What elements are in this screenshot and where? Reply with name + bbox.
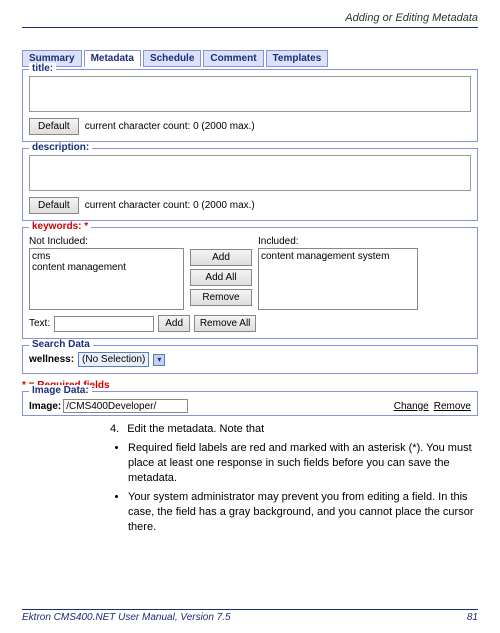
tab-bar: Summary Metadata Schedule Comment Templa…: [22, 50, 478, 67]
instructions-block: 4. Edit the metadata. Note that Required…: [110, 422, 478, 535]
title-default-button[interactable]: Default: [29, 118, 79, 135]
tab-metadata[interactable]: Metadata: [84, 50, 141, 67]
footer-rule: [22, 609, 478, 610]
search-data-fieldset: Search Data wellness: (No Selection) ▾: [22, 345, 478, 374]
image-label: Image:: [29, 401, 61, 412]
remove-button[interactable]: Remove: [190, 289, 252, 306]
page-footer: Ektron CMS400.NET User Manual, Version 7…: [22, 609, 478, 623]
not-included-listbox[interactable]: cms content management: [29, 248, 184, 310]
wellness-select-value: (No Selection): [82, 354, 145, 365]
page-header-title: Adding or Editing Metadata: [22, 12, 478, 24]
keyword-text-input[interactable]: [54, 316, 154, 332]
not-included-label: Not Included:: [29, 236, 184, 247]
tab-templates[interactable]: Templates: [266, 50, 329, 67]
chevron-down-icon[interactable]: ▾: [153, 354, 165, 366]
step-number: 4.: [110, 422, 119, 437]
included-listbox[interactable]: content management system: [258, 248, 418, 310]
title-legend: title:: [29, 63, 56, 74]
image-data-fieldset: Image Data: Image: Change Remove: [22, 391, 478, 416]
image-remove-link[interactable]: Remove: [434, 401, 471, 412]
image-change-link[interactable]: Change: [394, 401, 429, 412]
included-label: Included:: [258, 236, 418, 247]
bullet-required-fields: Required field labels are red and marked…: [128, 441, 478, 486]
header-rule: [22, 27, 478, 28]
keyword-text-add-button[interactable]: Add: [158, 315, 190, 332]
title-fieldset: title: Default current character count: …: [22, 69, 478, 142]
remove-all-button[interactable]: Remove All: [194, 315, 256, 332]
bullet-admin-restrict: Your system administrator may prevent yo…: [128, 490, 478, 535]
title-textarea[interactable]: [29, 76, 471, 112]
description-charcount: current character count: 0 (2000 max.): [85, 200, 255, 211]
step-4-text: Edit the metadata. Note that: [127, 422, 264, 437]
keywords-legend: keywords: *: [29, 221, 91, 232]
keywords-fieldset: keywords: * Not Included: cms content ma…: [22, 227, 478, 339]
search-data-legend: Search Data: [29, 339, 93, 350]
description-textarea[interactable]: [29, 155, 471, 191]
footer-manual-name: Ektron CMS400.NET User Manual, Version 7…: [22, 612, 231, 623]
title-charcount: current character count: 0 (2000 max.): [85, 121, 255, 132]
add-all-button[interactable]: Add All: [190, 269, 252, 286]
image-data-legend: Image Data:: [29, 385, 92, 396]
description-default-button[interactable]: Default: [29, 197, 79, 214]
tab-schedule[interactable]: Schedule: [143, 50, 201, 67]
keyword-text-label: Text:: [29, 318, 50, 329]
add-button[interactable]: Add: [190, 249, 252, 266]
description-legend: description:: [29, 142, 92, 153]
tab-comment[interactable]: Comment: [203, 50, 263, 67]
footer-page-number: 81: [467, 612, 478, 623]
description-fieldset: description: Default current character c…: [22, 148, 478, 221]
image-path-input[interactable]: [63, 399, 188, 413]
wellness-select[interactable]: (No Selection): [78, 352, 149, 367]
wellness-label: wellness:: [29, 354, 74, 365]
